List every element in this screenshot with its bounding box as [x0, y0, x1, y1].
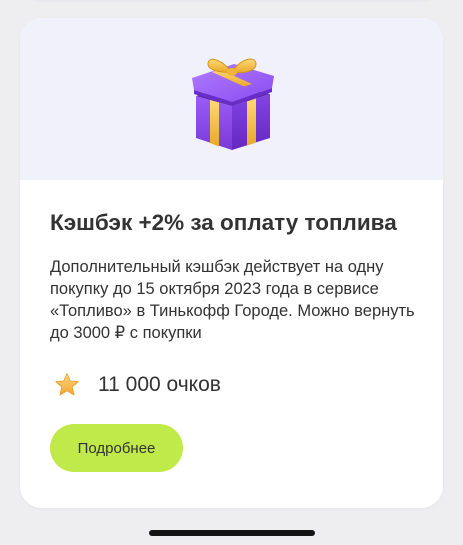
- offer-title: Кэшбэк +2% за оплату топлива: [50, 210, 397, 235]
- home-indicator[interactable]: [149, 530, 315, 536]
- offer-card[interactable]: Кэшбэк +2% за оплату топлива Дополнитель…: [20, 18, 443, 508]
- gift-box-icon: [192, 58, 274, 150]
- offer-description: Дополнительный кэшбэк действует на одну …: [50, 258, 415, 342]
- more-details-button[interactable]: Подробнее: [50, 424, 183, 472]
- points-row: 11 000 очков: [54, 370, 221, 400]
- points-value: 11 000 очков: [98, 373, 221, 396]
- star-icon: [55, 373, 79, 396]
- offer-banner: [20, 18, 443, 180]
